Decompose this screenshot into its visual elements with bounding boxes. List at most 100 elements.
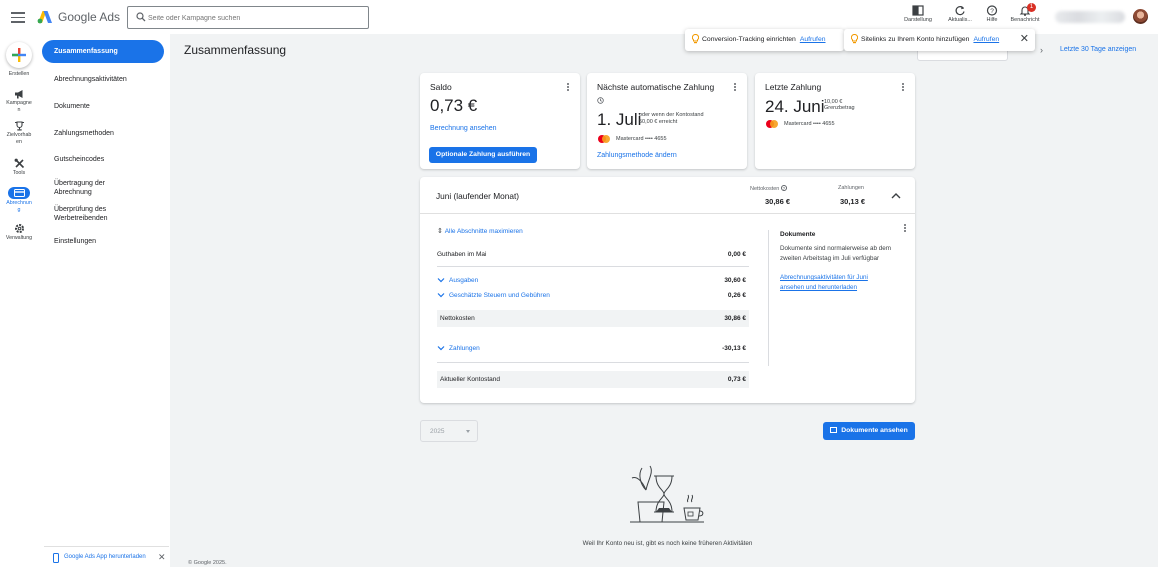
row-label[interactable]: Ausgaben	[449, 277, 478, 284]
row-label[interactable]: Zahlungen	[449, 345, 480, 352]
toast-text: Conversion-Tracking einrichten	[702, 36, 796, 43]
row-payments[interactable]: Zahlungen -30,13 €	[437, 340, 749, 357]
rail-item-goals[interactable]: Zielvorhab en	[0, 121, 38, 145]
row-value: 0,00 €	[727, 251, 746, 258]
balance-card: Saldo 0,73 € Berechnung ansehen Optional…	[420, 73, 580, 169]
hourglass-illustration	[630, 465, 704, 523]
rail-item-tools[interactable]: Tools	[0, 158, 38, 177]
divider	[437, 266, 749, 267]
payment-card: Mastercard •••• 4655	[784, 121, 835, 127]
row-value: 30,86 €	[724, 315, 746, 322]
notifications-label: Benachricht	[1010, 17, 1040, 23]
divider	[437, 362, 749, 363]
chevron-down-icon	[437, 278, 445, 283]
next-payment-date: 1. Juli	[597, 110, 642, 129]
trophy-icon	[14, 121, 24, 131]
empty-state-text: Weil Ihr Konto neu ist, gibt es noch kei…	[582, 540, 753, 547]
subnav-item-settings[interactable]: Einstellungen	[42, 237, 164, 246]
chevron-up-icon[interactable]	[890, 191, 902, 201]
refresh-icon	[955, 6, 965, 16]
subnav-item-billing-transfer[interactable]: Übertragung der Abrechnung	[42, 179, 164, 197]
subnav-item-payment-methods[interactable]: Zahlungsmethoden	[42, 129, 164, 138]
navigation-rail	[0, 34, 38, 567]
row-value: -30,13 €	[722, 345, 746, 352]
appearance-button[interactable]: Darstellung	[900, 5, 936, 31]
card-title: Saldo	[430, 82, 452, 92]
more-vert-icon[interactable]	[900, 82, 906, 94]
row-value: 0,73 €	[727, 376, 746, 383]
rail-label-goals: Zielvorhab en	[6, 132, 32, 145]
row-current-balance: Aktueller Kontostand 0,73 €	[437, 371, 749, 388]
document-icon	[830, 427, 838, 433]
create-button[interactable]	[6, 42, 32, 68]
month-header[interactable]: Juni (laufender Monat) Nettokosten ? 30,…	[420, 177, 915, 214]
payments-value: 30,13 €	[840, 197, 866, 206]
close-icon[interactable]: ✕	[1020, 32, 1029, 45]
row-taxes[interactable]: Geschätzte Steuern und Gebühren 0,26 €	[437, 287, 749, 304]
notifications-button[interactable]: 1 Benachricht	[1007, 3, 1043, 31]
vertical-divider	[768, 230, 769, 366]
app-download-link[interactable]: Google Ads App herunterladen	[64, 554, 146, 560]
toast-text: Sitelinks zu Ihrem Konto hinzufügen	[861, 36, 970, 43]
unfold-icon: ⇕	[437, 228, 443, 235]
more-vert-icon[interactable]	[732, 82, 738, 94]
help-button[interactable]: ? Hilfe	[974, 5, 1010, 31]
rail-item-admin[interactable]: Verwaltung	[0, 223, 38, 242]
subnav-item-advertiser-verification[interactable]: Überprüfung des Werbetreibenden	[42, 205, 164, 223]
card-title: Nächste automatische Zahlung	[597, 82, 715, 92]
toast-link[interactable]: Aufrufen	[973, 36, 999, 43]
next-payment-card: Nächste automatische Zahlung 1. Juli ode…	[587, 73, 747, 169]
rail-label-campaigns: Kampagne n	[6, 100, 32, 113]
mastercard-icon	[766, 120, 778, 128]
toast-link[interactable]: Aufrufen	[800, 36, 826, 43]
more-vert-icon[interactable]	[902, 223, 908, 235]
subnav-item-promo-codes[interactable]: Gutscheincodes	[42, 155, 164, 164]
documents-link[interactable]: Abrechnungsaktivitäten für Juni ansehen …	[780, 273, 892, 292]
last-30-days-link[interactable]: Letzte 30 Tage anzeigen	[1060, 46, 1136, 53]
documents-title: Dokumente	[780, 231, 816, 238]
help-icon: ?	[986, 5, 998, 16]
row-label: Nettokosten	[440, 315, 475, 322]
google-ads-logo	[37, 11, 52, 24]
subnav-item-billing-activity[interactable]: Abrechnungsaktivitäten	[42, 75, 164, 84]
balance-amount: 0,73 €	[430, 96, 478, 115]
refresh-button[interactable]: Aktualis...	[942, 5, 978, 31]
row-label: Guthaben im Mai	[437, 251, 487, 258]
avatar[interactable]	[1133, 9, 1148, 24]
documents-text: Dokumente sind normalerweise ab dem zwei…	[780, 245, 891, 262]
account-name-blurred[interactable]	[1055, 11, 1125, 23]
change-payment-method-link[interactable]: Zahlungsmethode ändern	[597, 152, 677, 159]
close-icon[interactable]: ✕	[158, 552, 166, 563]
rail-label-admin: Verwaltung	[5, 235, 33, 241]
view-calculation-link[interactable]: Berechnung ansehen	[430, 125, 497, 132]
row-value: 0,26 €	[727, 292, 746, 299]
view-documents-button[interactable]: Dokumente ansehen	[823, 422, 915, 440]
search-box[interactable]	[127, 6, 369, 29]
rail-item-billing[interactable]: Abrechnun g	[0, 187, 38, 213]
brand-name: Google Ads	[58, 10, 121, 24]
search-input[interactable]	[148, 11, 363, 25]
subnav-item-summary[interactable]: Zusammenfassung	[42, 40, 164, 63]
expand-all-link[interactable]: ⇕ Alle Abschnitte maximieren	[437, 227, 523, 235]
more-vert-icon[interactable]	[565, 82, 571, 94]
gear-icon	[14, 224, 24, 233]
billing-subnav: Zusammenfassung Abrechnungsaktivitäten D…	[38, 34, 170, 567]
row-label: Aktueller Kontostand	[440, 376, 500, 383]
billing-card-icon	[13, 189, 25, 197]
rail-label-tools: Tools	[12, 170, 26, 176]
page-title: Zusammenfassung	[184, 43, 287, 57]
rail-item-campaigns[interactable]: Kampagne n	[0, 89, 38, 113]
payment-card: Mastercard •••• 4655	[616, 136, 667, 142]
subnav-item-documents[interactable]: Dokumente	[42, 102, 164, 111]
chevron-right-icon[interactable]: ›	[1040, 45, 1043, 55]
card-title: Letzte Zahlung	[765, 82, 822, 92]
appearance-icon	[912, 5, 924, 16]
row-label[interactable]: Geschätzte Steuern und Gebühren	[449, 292, 550, 299]
row-previous-balance: Guthaben im Mai 0,00 €	[437, 246, 749, 263]
hamburger-menu-icon[interactable]	[10, 9, 26, 25]
help-label: Hilfe	[986, 17, 998, 23]
year-select[interactable]: 2025	[420, 420, 478, 442]
create-label-item[interactable]: Erstellen	[0, 70, 38, 78]
lightbulb-icon	[851, 34, 858, 44]
make-payment-button[interactable]: Optionale Zahlung ausführen	[429, 147, 537, 163]
